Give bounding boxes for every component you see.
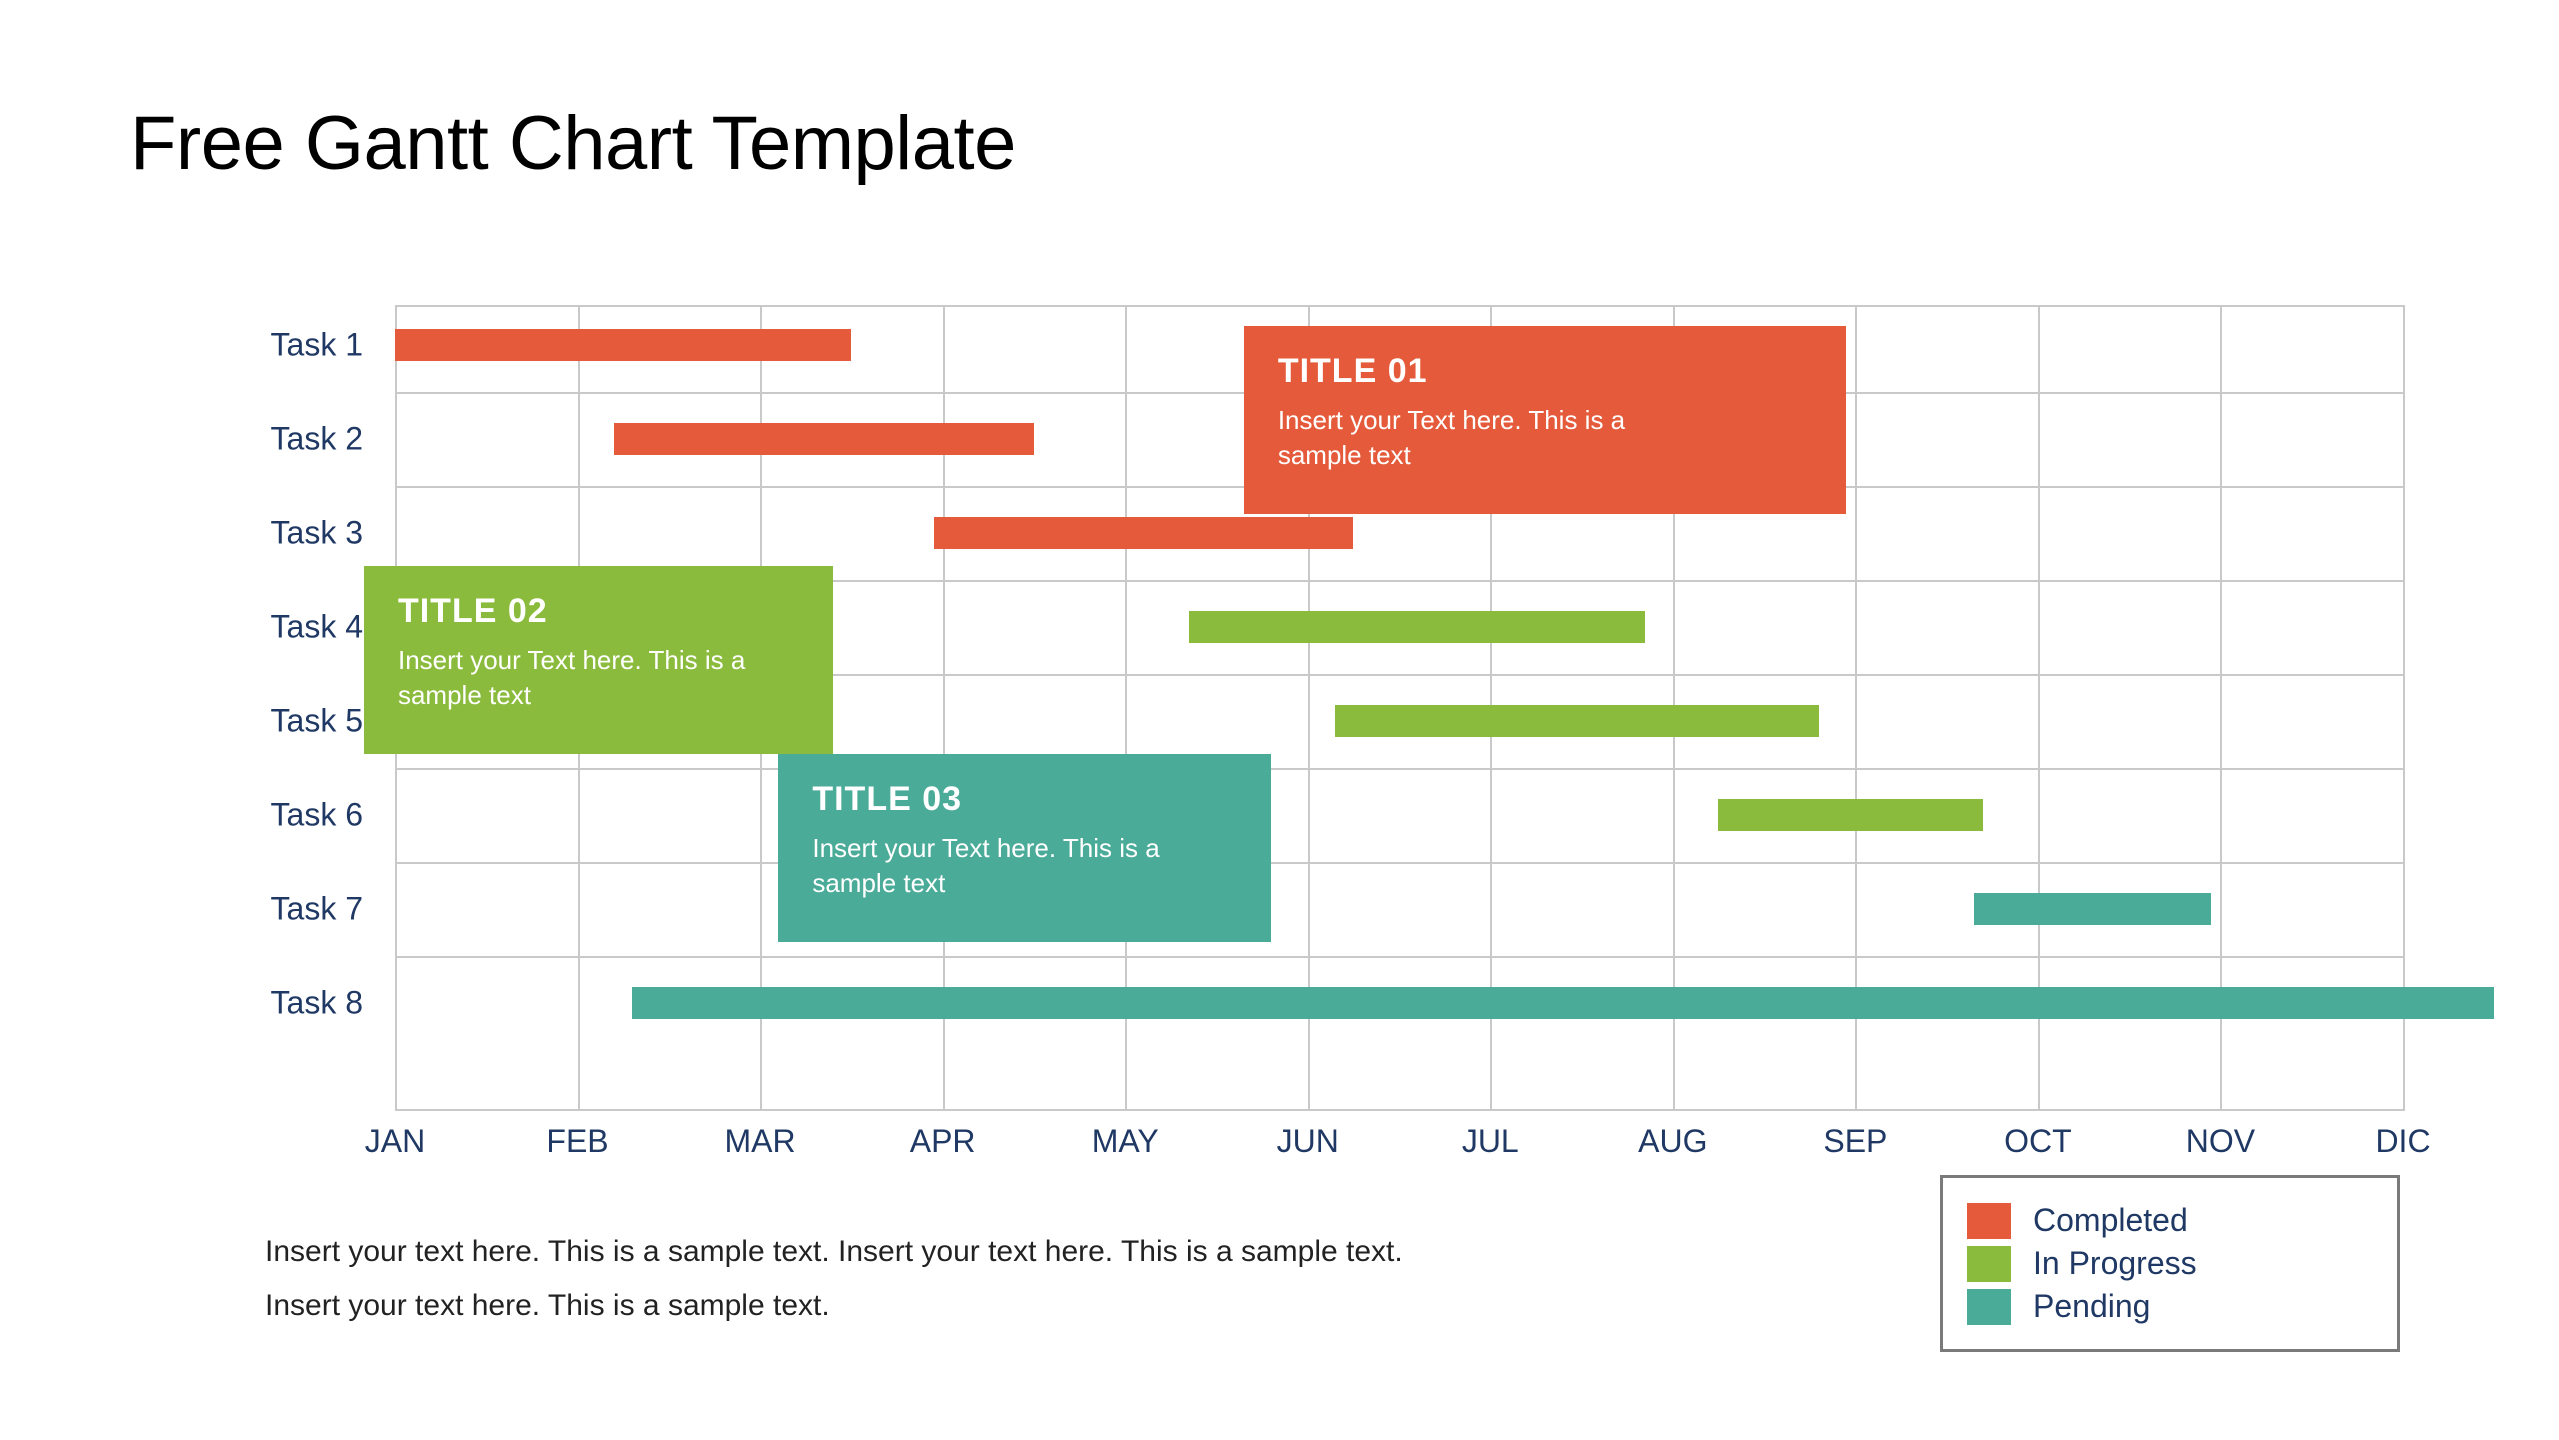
month-labels: JANFEBMARAPRMAYJUNJULAUGSEPOCTNOVDIC xyxy=(395,305,2403,1111)
task-row-label: Task 3 xyxy=(163,515,363,552)
task-row-label: Task 1 xyxy=(163,327,363,364)
legend-label: In Progress xyxy=(2033,1245,2197,1282)
footer-line: Insert your text here. This is a sample … xyxy=(265,1279,1403,1333)
month-label: MAR xyxy=(725,1123,796,1160)
month-label: JUN xyxy=(1277,1123,1339,1160)
month-label: JAN xyxy=(365,1123,425,1160)
footer-text: Insert your text here. This is a sample … xyxy=(265,1225,1403,1333)
month-label: JUL xyxy=(1462,1123,1519,1160)
legend-item: In Progress xyxy=(1967,1245,2373,1282)
legend-swatch xyxy=(1967,1203,2011,1239)
legend-label: Completed xyxy=(2033,1202,2188,1239)
legend-label: Pending xyxy=(2033,1288,2150,1325)
page-title: Free Gantt Chart Template xyxy=(130,100,1016,187)
legend-item: Completed xyxy=(1967,1202,2373,1239)
legend-swatch xyxy=(1967,1246,2011,1282)
task-row-label: Task 8 xyxy=(163,985,363,1022)
legend: Completed In Progress Pending xyxy=(1940,1175,2400,1352)
month-label: AUG xyxy=(1638,1123,1707,1160)
task-row-label: Task 5 xyxy=(163,703,363,740)
task-row-label: Task 4 xyxy=(163,609,363,646)
month-label: APR xyxy=(910,1123,976,1160)
month-label: FEB xyxy=(546,1123,608,1160)
slide: Free Gantt Chart Template TITLE 01Insert… xyxy=(0,0,2559,1440)
month-label: SEP xyxy=(1823,1123,1887,1160)
month-label: OCT xyxy=(2004,1123,2072,1160)
task-row-label: Task 6 xyxy=(163,797,363,834)
gantt-chart: TITLE 01Insert your Text here. This is a… xyxy=(395,305,2403,1111)
month-label: NOV xyxy=(2186,1123,2255,1160)
task-row-label: Task 2 xyxy=(163,421,363,458)
month-label: DIC xyxy=(2375,1123,2430,1160)
task-row-label: Task 7 xyxy=(163,891,363,928)
legend-item: Pending xyxy=(1967,1288,2373,1325)
month-label: MAY xyxy=(1092,1123,1159,1160)
footer-line: Insert your text here. This is a sample … xyxy=(265,1225,1403,1279)
legend-swatch xyxy=(1967,1289,2011,1325)
